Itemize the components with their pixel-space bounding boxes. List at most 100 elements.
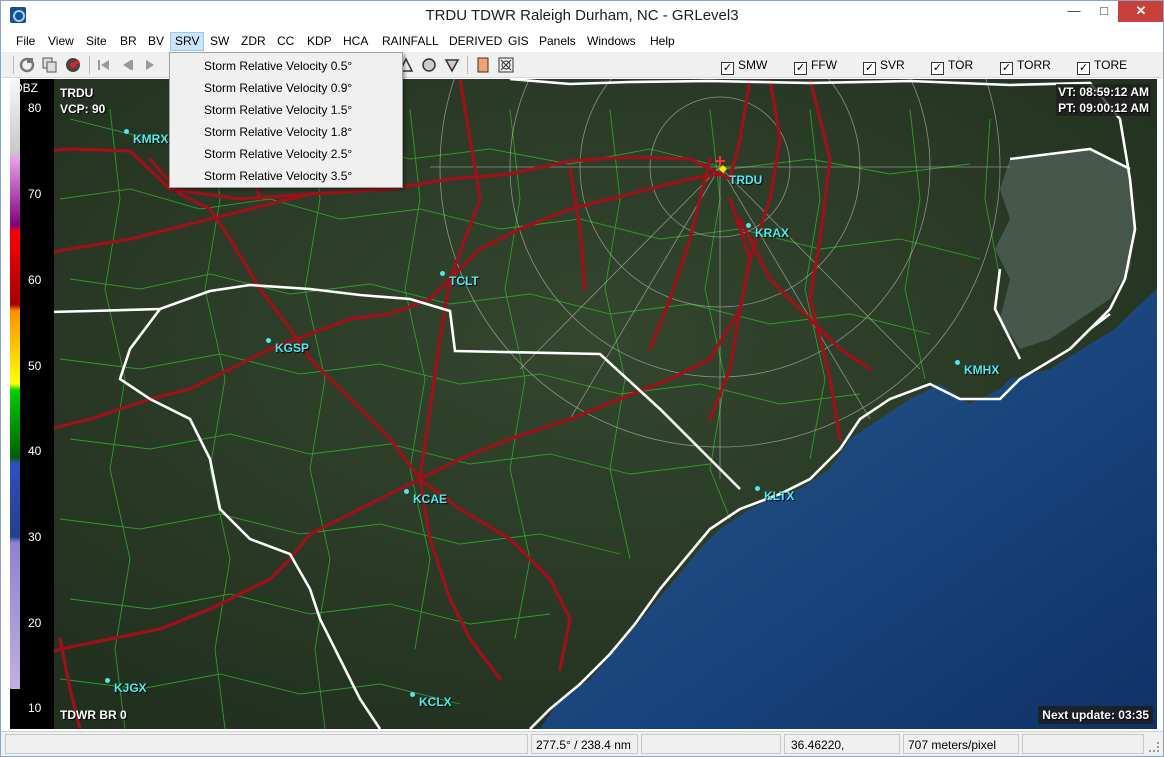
menu-derived[interactable]: DERIVED [445,34,506,50]
station-kltx[interactable]: KLTX [755,486,794,503]
menu-gis[interactable]: GIS [504,34,533,50]
check-icon: ✓ [931,62,944,75]
station-dot-icon [404,489,409,494]
check-icon: ✓ [1077,62,1090,75]
app-window: TRDU TDWR Raleigh Durham, NC - GRLevel3 … [0,0,1164,757]
srv-menu-item-0-5[interactable]: Storm Relative Velocity 0.5° [172,55,400,77]
tore-label: TORE [1094,58,1128,72]
menu-bar: File View Site BR BV SRV SW ZDR CC KDP H… [1,31,1163,52]
station-kjgx[interactable]: KJGX [105,678,147,695]
close-button[interactable]: ✕ [1118,1,1163,22]
svr-label: SVR [880,58,905,72]
srv-menu-item-1-5[interactable]: Storm Relative Velocity 1.5° [172,99,400,121]
scale-tick: 50 [28,359,42,373]
smw-checkbox[interactable]: ✓ SMW [721,57,768,75]
menu-srv[interactable]: SRV [170,32,205,51]
station-tclt[interactable]: TCLT [440,271,479,288]
menu-bv[interactable]: BV [144,34,168,50]
menu-help[interactable]: Help [646,34,679,50]
target-tool-icon[interactable] [497,56,515,74]
prev-frame-icon[interactable] [118,56,136,74]
radar-site-icon[interactable] [64,56,82,74]
station-kcae[interactable]: KCAE [404,489,447,506]
srv-menu-item-0-9[interactable]: Storm Relative Velocity 0.9° [172,77,400,99]
time-info: VT: 08:59:12 AM PT: 09:00:12 AM [1056,84,1151,116]
srv-dropdown-menu: Storm Relative Velocity 0.5° Storm Relat… [169,52,403,188]
dbz-gradient-bar [10,79,20,689]
first-frame-icon[interactable] [95,56,113,74]
site-info: TRDU VCP: 90 [60,85,105,117]
srv-menu-item-1-8[interactable]: Storm Relative Velocity 1.8° [172,121,400,143]
scale-tick: 20 [28,616,42,630]
resolution-readout: 707 meters/pixel [903,734,1019,754]
station-kgsp[interactable]: KGSP [266,338,309,355]
station-kclx[interactable]: KCLX [410,692,452,709]
status-cell-empty [1022,734,1144,754]
station-dot-icon [124,129,129,134]
valid-time: VT: 08:59:12 AM [1058,85,1149,99]
scale-tick: 40 [28,444,42,458]
station-trdu[interactable]: TRDU [729,173,762,187]
status-cell-empty [641,734,781,754]
ffw-checkbox[interactable]: ✓ FFW [794,57,837,75]
scale-tick: 10 [28,701,42,715]
station-kmrx[interactable]: KMRX [124,129,168,146]
dbz-color-scale: DBZ 80 70 60 50 40 30 20 10 [10,79,54,729]
scale-tick: 60 [28,273,42,287]
menu-rainfall[interactable]: RAINFALL [378,34,443,50]
site-name: TRDU [60,86,94,100]
resize-grip-icon[interactable] [1149,742,1159,752]
station-dot-icon [955,360,960,365]
station-dot-icon [266,338,271,343]
menu-site[interactable]: Site [82,34,111,50]
coordinates-readout: 36.46220, -83.61861 [784,734,900,754]
refresh-icon[interactable] [18,56,36,74]
menu-br[interactable]: BR [116,34,141,50]
menu-windows[interactable]: Windows [583,34,640,50]
status-cell-empty [5,734,528,754]
next-update-label: Next update: 03:35 [1038,706,1153,724]
tore-checkbox[interactable]: ✓ TORE [1077,57,1128,75]
maximize-button[interactable]: □ [1089,1,1119,22]
smw-label: SMW [738,58,768,72]
station-dot-icon [746,223,751,228]
minimize-button[interactable]: — [1059,1,1089,22]
menu-sw[interactable]: SW [206,34,233,50]
play-icon[interactable] [141,56,159,74]
title-bar: TRDU TDWR Raleigh Durham, NC - GRLevel3 … [1,1,1163,31]
ffw-label: FFW [811,58,837,72]
scale-tick: 80 [28,101,42,115]
copy-icon[interactable] [41,56,59,74]
color-tool-icon[interactable] [474,56,492,74]
check-icon: ✓ [863,62,876,75]
station-krax[interactable]: KRAX [746,223,789,240]
scale-tick: 70 [28,187,42,201]
station-kmhx[interactable]: KMHX [955,360,999,377]
azimuth-range-readout: 277.5° / 238.4 nm [531,734,638,754]
menu-view[interactable]: View [44,34,78,50]
tor-label: TOR [948,58,974,72]
menu-zdr[interactable]: ZDR [237,34,270,50]
product-label: TDWR BR 0 [60,708,127,722]
menu-cc[interactable]: CC [273,34,298,50]
toolbar-separator [89,56,90,74]
window-title: TRDU TDWR Raleigh Durham, NC - GRLevel3 [425,7,739,24]
menu-file[interactable]: File [12,34,39,50]
svr-checkbox[interactable]: ✓ SVR [863,57,905,75]
down-triangle-tool-icon[interactable] [443,56,461,74]
toolbar-separator [13,56,14,74]
menu-kdp[interactable]: KDP [303,34,336,50]
menu-hca[interactable]: HCA [339,34,372,50]
torr-checkbox[interactable]: ✓ TORR [1000,57,1051,75]
menu-panels[interactable]: Panels [535,34,580,50]
check-icon: ✓ [794,62,807,75]
srv-menu-item-3-5[interactable]: Storm Relative Velocity 3.5° [172,165,400,187]
vcp-label: VCP: 90 [60,102,106,116]
station-dot-icon [105,678,110,683]
scale-tick: 30 [28,530,42,544]
toolbar-separator [467,56,468,74]
tor-checkbox[interactable]: ✓ TOR [931,57,974,75]
circle-tool-icon[interactable] [420,56,438,74]
srv-menu-item-2-5[interactable]: Storm Relative Velocity 2.5° [172,143,400,165]
station-dot-icon [440,271,445,276]
